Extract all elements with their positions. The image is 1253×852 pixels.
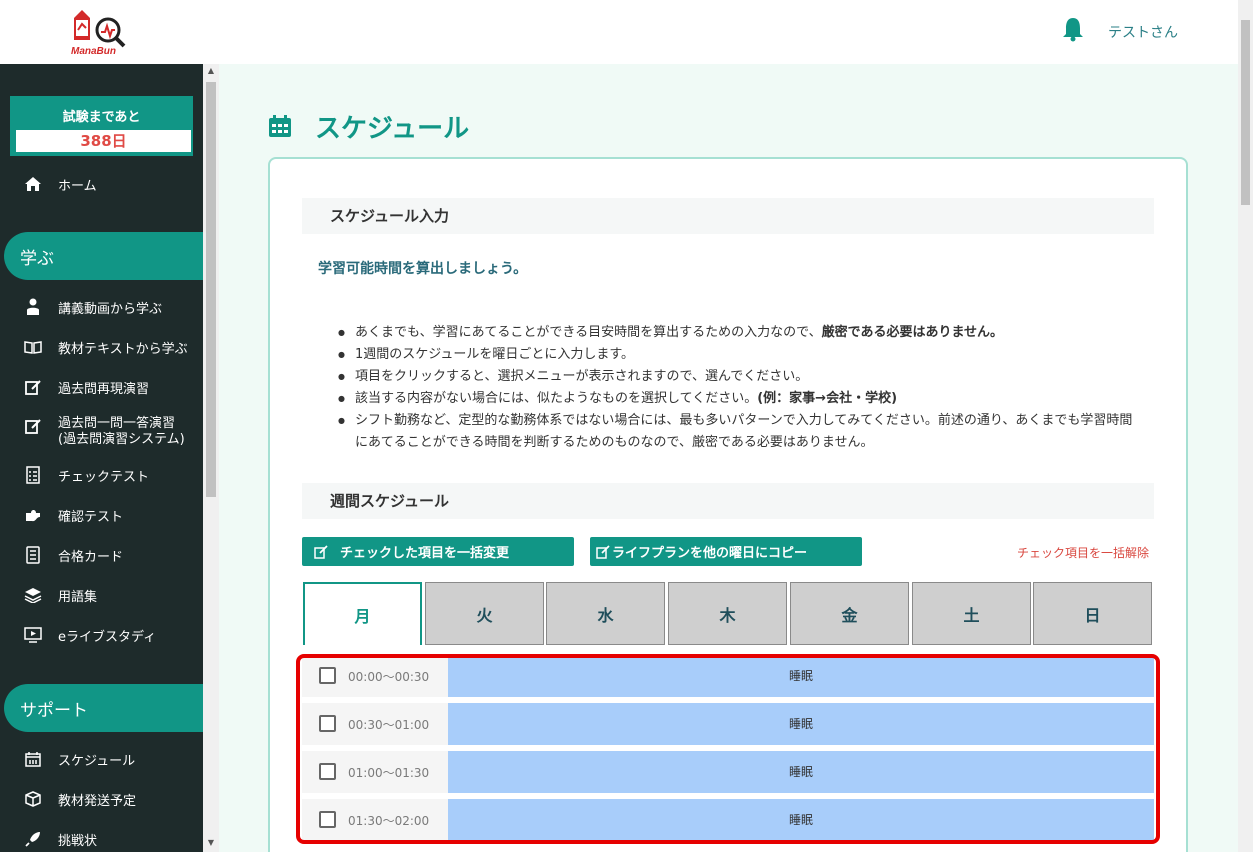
sidebar-item-challenge[interactable]: 挑戦状 [0, 824, 203, 852]
sidebar-item-label: ホーム [58, 178, 97, 194]
sidebar-item-label: 合格カード [58, 549, 124, 565]
sidebar-scrollbar-thumb[interactable] [206, 82, 216, 497]
sidebar-item-label: 教材テキストから学ぶ [58, 341, 188, 357]
sidebar-item-confirm-test[interactable]: 確認テスト [0, 500, 203, 530]
sidebar-item-schedule[interactable]: スケジュール [0, 744, 203, 774]
edit-icon [23, 377, 43, 397]
exam-countdown-days: 388日 [16, 130, 191, 152]
copy-lifeplan-button[interactable]: ライフプランを他の曜日にコピー [590, 537, 862, 566]
layers-icon [23, 585, 43, 605]
top-header: ManaBun テストさん [0, 0, 1238, 64]
manabun-logo[interactable]: ManaBun [68, 8, 128, 58]
list-item: 該当する内容がない場合には、似たようなものを選択してください。(例：家事→会社・… [338, 388, 1138, 410]
sidebar-item-label: 講義動画から学ぶ [58, 301, 163, 317]
sidebar-item-past-exams[interactable]: 過去問再現演習 [0, 372, 203, 402]
exam-countdown: 試験まであと 388日 [10, 96, 193, 156]
instruction-list: あくまでも、学習にあてることができる目安時間を算出するための入力なので、厳密であ… [338, 322, 1138, 454]
calendar-icon [268, 114, 292, 138]
home-icon [23, 174, 43, 194]
sidebar-item-label: 過去問一問一答演習 (過去問演習システム) [58, 416, 185, 447]
sidebar-item-textbooks[interactable]: 教材テキストから学ぶ [0, 332, 203, 362]
sidebar-item-label: eライブスタディ [58, 629, 157, 645]
puzzle-icon [23, 505, 43, 525]
checklist-icon [23, 465, 43, 485]
reset-checks-link[interactable]: チェック項目を一括解除 [1017, 544, 1149, 561]
cards-icon [23, 545, 43, 565]
sidebar-item-elive-study[interactable]: eライブスタディ [0, 620, 203, 650]
sidebar: 試験まであと 388日 ホーム 学ぶ 講義動画から学ぶ 教材テキストから学ぶ 過… [0, 64, 203, 852]
logo-text: ManaBun [71, 46, 116, 57]
section-title-input: スケジュール入力 [302, 198, 1154, 234]
book-icon [23, 337, 43, 357]
bell-icon[interactable] [1062, 16, 1084, 42]
sidebar-item-pass-cards[interactable]: 合格カード [0, 540, 203, 570]
section-title-weekly: 週間スケジュール [302, 483, 1154, 519]
section-learn: 学ぶ [4, 232, 203, 280]
rocket-icon [23, 829, 43, 849]
sidebar-item-home[interactable]: ホーム [0, 169, 203, 199]
sidebar-item-lecture-videos[interactable]: 講義動画から学ぶ [0, 292, 203, 322]
sidebar-item-glossary[interactable]: 用語集 [0, 580, 203, 610]
sidebar-item-label: 過去問再現演習 [58, 381, 150, 397]
exam-countdown-title: 試験まであと [62, 110, 141, 125]
edit-icon [596, 544, 610, 559]
page-scrollbar-thumb[interactable] [1241, 20, 1250, 205]
user-name[interactable]: テストさん [1108, 22, 1178, 42]
tab-wednesday[interactable]: 水 [546, 582, 665, 645]
monitor-icon [23, 625, 43, 645]
page-title: スケジュール [315, 114, 470, 144]
tab-monday[interactable]: 月 [303, 582, 422, 645]
edit-icon [314, 544, 328, 559]
section-support: サポート [4, 684, 203, 732]
scroll-down-icon[interactable]: ▼ [206, 838, 216, 847]
tab-thursday[interactable]: 木 [668, 582, 787, 645]
list-item: 1週間のスケジュールを曜日ごとに入力します。 [338, 344, 1138, 366]
sidebar-item-check-test[interactable]: チェックテスト [0, 460, 203, 490]
sidebar-item-label: チェックテスト [58, 469, 150, 485]
box-icon [23, 789, 43, 809]
list-item: 項目をクリックすると、選択メニューが表示されますので、選んでください。 [338, 366, 1138, 388]
sidebar-item-label: 挑戦状 [58, 833, 98, 849]
tab-friday[interactable]: 金 [790, 582, 909, 645]
list-item: シフト勤務など、定型的な勤務体系ではない場合には、最も多いパターンで入力してみて… [338, 410, 1138, 454]
sidebar-item-shipping[interactable]: 教材発送予定 [0, 784, 203, 814]
teacher-icon [23, 297, 43, 317]
tab-saturday[interactable]: 土 [912, 582, 1031, 645]
calendar-icon [23, 749, 43, 769]
highlight-box [296, 654, 1160, 844]
tab-tuesday[interactable]: 火 [425, 582, 544, 645]
sidebar-item-label: スケジュール [58, 753, 136, 769]
list-item: あくまでも、学習にあてることができる目安時間を算出するための入力なので、厳密であ… [338, 322, 1138, 344]
sidebar-item-label: 教材発送予定 [58, 793, 137, 809]
sidebar-item-label: 用語集 [58, 589, 98, 605]
scroll-up-icon[interactable]: ▲ [206, 66, 216, 75]
sidebar-item-qa-drill[interactable]: 過去問一問一答演習 (過去問演習システム) [0, 416, 203, 456]
edit-icon [23, 416, 43, 436]
bulk-change-button[interactable]: チェックした項目を一括変更 [302, 537, 574, 566]
lead-text: 学習可能時間を算出しましょう。 [318, 261, 528, 277]
sidebar-item-label: 確認テスト [58, 509, 124, 525]
tab-sunday[interactable]: 日 [1033, 582, 1152, 645]
